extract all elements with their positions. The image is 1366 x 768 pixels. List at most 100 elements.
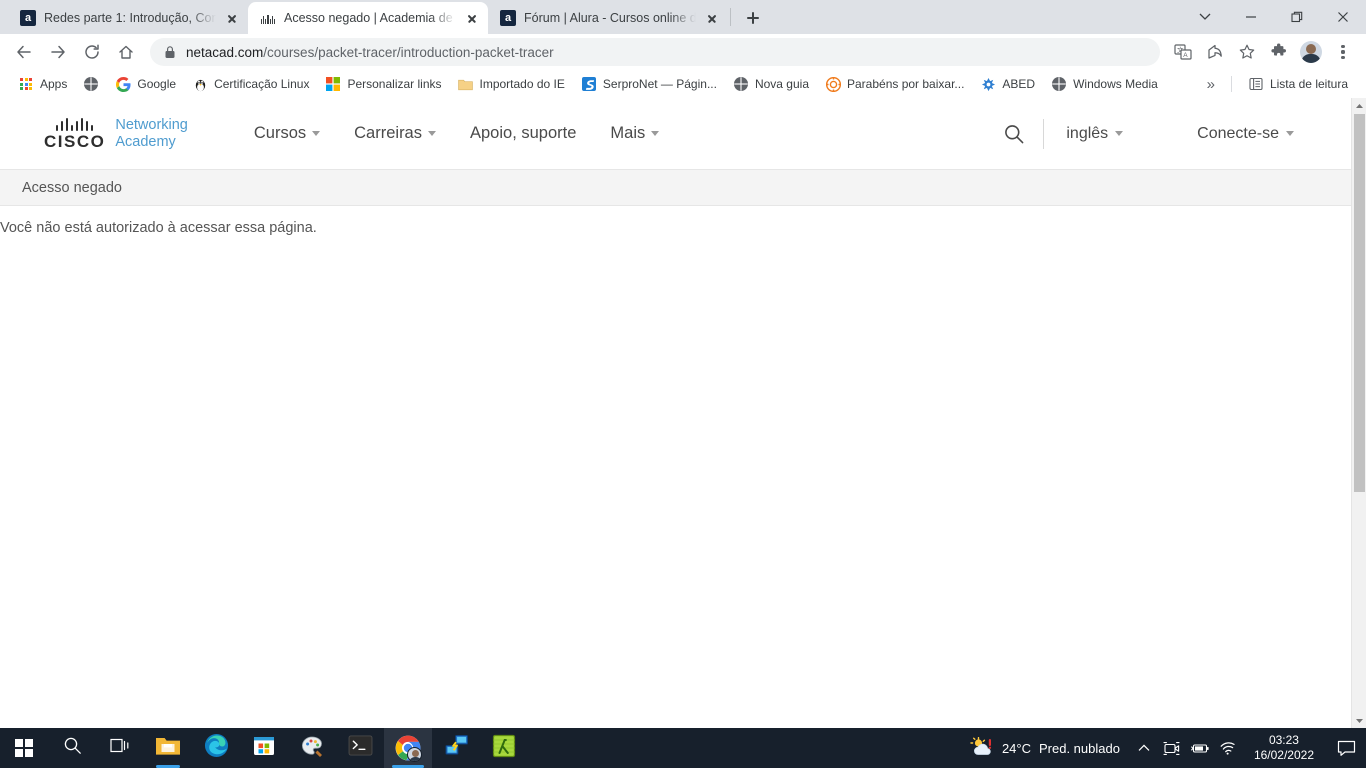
reading-list-button[interactable]: Lista de leitura xyxy=(1240,73,1356,95)
folder-icon xyxy=(458,76,474,92)
abed-icon xyxy=(980,76,996,92)
weather-temperature: 24°C xyxy=(1001,740,1031,756)
microsoft-store-button[interactable] xyxy=(240,728,288,768)
browser-tab[interactable]: a Fórum | Alura - Cursos online de xyxy=(488,2,728,34)
access-denied-message: Você não está autorizado à acessar essa … xyxy=(0,220,317,236)
taskbar-search-button[interactable] xyxy=(48,728,96,768)
browser-toolbar: netacad.com/courses/packet-tracer/introd… xyxy=(0,34,1366,70)
vertical-scrollbar[interactable] xyxy=(1351,98,1366,728)
chevron-down-icon xyxy=(312,131,321,136)
task-view-button[interactable] xyxy=(96,728,144,768)
overflow-chevrons: » xyxy=(1206,75,1215,93)
site-header: CISCO Networking Academy Cursos Carreira… xyxy=(0,98,1366,170)
chrome-icon xyxy=(395,735,422,762)
chrome-profile-avatar xyxy=(407,747,422,762)
search-icon[interactable] xyxy=(1003,123,1025,145)
home-icon[interactable] xyxy=(110,36,142,68)
browser-tab-active[interactable]: Acesso negado | Academia de re xyxy=(248,2,488,34)
language-selector[interactable]: inglês xyxy=(1066,125,1124,143)
minimize-icon[interactable] xyxy=(1228,0,1274,34)
bookmark-label: SerproNet — Págin... xyxy=(602,77,717,91)
globe-icon xyxy=(733,76,749,92)
scrollbar-thumb[interactable] xyxy=(1354,114,1365,492)
battery-icon[interactable] xyxy=(1186,728,1214,768)
tab-search-chevron-down-icon[interactable] xyxy=(1182,0,1228,34)
bookmark-windows-media[interactable]: Windows Media xyxy=(1043,73,1166,95)
camera-icon[interactable] xyxy=(1158,728,1186,768)
reading-list-icon xyxy=(1248,76,1264,92)
alura-favicon: a xyxy=(20,10,36,26)
restore-icon[interactable] xyxy=(1274,0,1320,34)
store-icon xyxy=(252,734,276,763)
logo-line-1: Networking xyxy=(115,116,188,133)
folder-icon xyxy=(155,735,181,762)
windows-taskbar: 24°C Pred. nublado 03:23 16/02/2022 xyxy=(0,728,1366,768)
notifications-icon[interactable] xyxy=(1326,728,1366,768)
network-tool-button[interactable] xyxy=(432,728,480,768)
nav-item-mais[interactable]: Mais xyxy=(610,124,660,143)
file-explorer-button[interactable] xyxy=(144,728,192,768)
show-hidden-icons-chevron-up-icon[interactable] xyxy=(1130,728,1158,768)
terminal-button[interactable] xyxy=(336,728,384,768)
svg-text:A: A xyxy=(1183,52,1188,59)
network-icon xyxy=(444,734,469,762)
cisco-wordmark: CISCO xyxy=(44,131,106,151)
browser-tab[interactable]: a Redes parte 1: Introdução, Conce xyxy=(8,2,248,34)
back-arrow-icon[interactable] xyxy=(8,36,40,68)
cisco-networking-academy-logo[interactable]: CISCO Networking Academy xyxy=(44,117,188,150)
nav-item-carreiras[interactable]: Carreiras xyxy=(354,124,436,143)
lambda-app-button[interactable] xyxy=(480,728,528,768)
bookmark-abed[interactable]: ABED xyxy=(972,73,1043,95)
nav-label: Mais xyxy=(610,124,646,142)
tab-title: Redes parte 1: Introdução, Conce xyxy=(44,11,216,25)
tab-close-icon[interactable] xyxy=(224,10,240,26)
weather-condition: Pred. nublado xyxy=(1038,740,1120,756)
microsoft-edge-button[interactable] xyxy=(192,728,240,768)
bookmark-google-globe[interactable] xyxy=(75,73,107,95)
bookmark-label: Windows Media xyxy=(1073,77,1158,91)
reload-icon[interactable] xyxy=(76,36,108,68)
share-icon[interactable] xyxy=(1200,37,1230,67)
nav-item-apoio-suporte[interactable]: Apoio, suporte xyxy=(470,124,576,143)
bookmark-nova-guia[interactable]: Nova guia xyxy=(725,73,817,95)
taskbar-clock[interactable]: 03:23 16/02/2022 xyxy=(1242,733,1326,763)
nav-item-cursos[interactable]: Cursos xyxy=(254,124,321,143)
bookmark-personalizar-links[interactable]: Personalizar links xyxy=(317,73,449,95)
bookmark-label: Importado do IE xyxy=(479,77,565,91)
scroll-up-arrow-icon[interactable] xyxy=(1352,98,1366,113)
scroll-down-arrow-icon[interactable] xyxy=(1352,713,1366,728)
paint-button[interactable] xyxy=(288,728,336,768)
bookmark-star-icon[interactable] xyxy=(1232,37,1262,67)
bookmark-label: Nova guia xyxy=(754,77,809,91)
bookmark-apps[interactable]: Apps xyxy=(10,73,75,95)
tux-icon xyxy=(192,76,208,92)
bookmark-importado-do-ie[interactable]: Importado do IE xyxy=(450,73,573,95)
forward-arrow-icon[interactable] xyxy=(42,36,74,68)
new-tab-button[interactable] xyxy=(739,4,767,32)
sign-in-menu[interactable]: Conecte-se xyxy=(1197,125,1294,143)
chrome-menu-icon[interactable] xyxy=(1328,37,1358,67)
address-bar[interactable]: netacad.com/courses/packet-tracer/introd… xyxy=(150,38,1160,66)
nav-label: Apoio, suporte xyxy=(470,124,577,142)
profile-avatar[interactable] xyxy=(1300,41,1322,63)
start-button[interactable] xyxy=(0,728,48,768)
tab-close-icon[interactable] xyxy=(464,10,480,26)
paint-icon xyxy=(300,734,324,763)
tab-close-icon[interactable] xyxy=(704,10,720,26)
window-controls xyxy=(1182,0,1366,34)
bookmark-parabens-por-baixar[interactable]: Parabéns por baixar... xyxy=(817,73,972,95)
nav-label: Carreiras xyxy=(354,124,422,142)
extensions-icon[interactable] xyxy=(1264,37,1294,67)
bookmark-certificacao-linux[interactable]: Certificação Linux xyxy=(184,73,317,95)
translate-icon[interactable]: 文 A xyxy=(1168,37,1198,67)
wifi-icon[interactable] xyxy=(1214,728,1242,768)
weather-widget[interactable]: 24°C Pred. nublado xyxy=(960,736,1130,760)
bookmark-serpronet[interactable]: SerproNet — Págin... xyxy=(573,73,725,95)
bookmark-label: Parabéns por baixar... xyxy=(847,77,965,91)
site-main-nav: Cursos Carreiras Apoio, suporte Mais xyxy=(254,124,660,143)
bookmark-google[interactable]: Google xyxy=(107,73,184,95)
bookmarks-overflow-button[interactable]: » xyxy=(1199,73,1223,96)
close-icon[interactable] xyxy=(1320,0,1366,34)
google-chrome-button[interactable] xyxy=(384,728,432,768)
web-page-viewport: CISCO Networking Academy Cursos Carreira… xyxy=(0,98,1366,728)
